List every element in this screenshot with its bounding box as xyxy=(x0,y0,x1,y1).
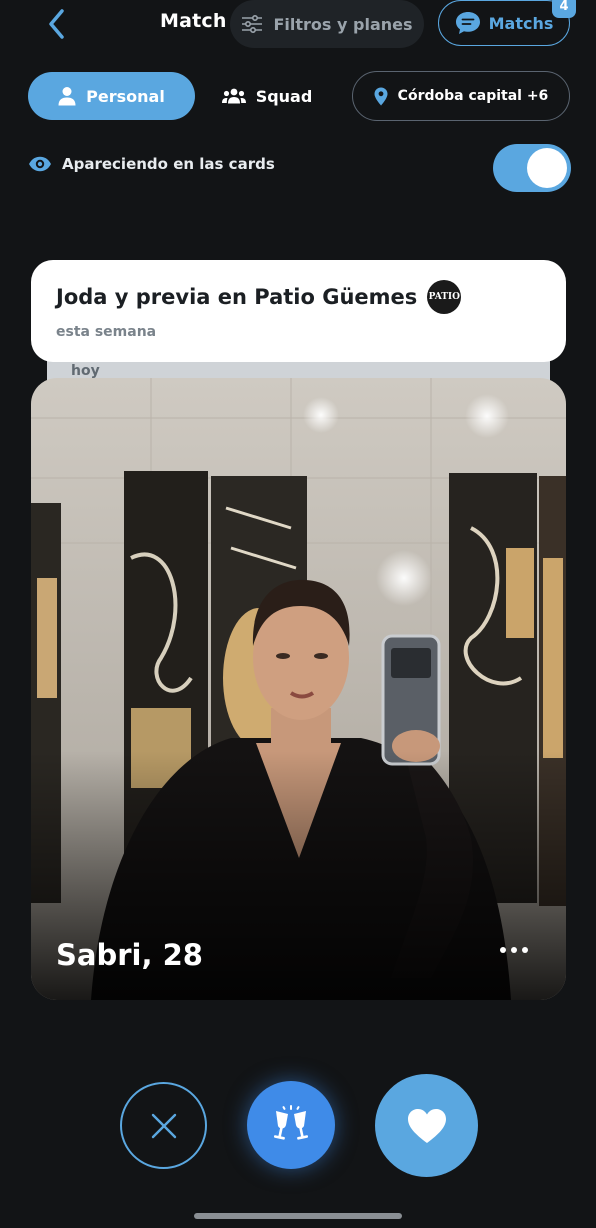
tab-squad[interactable]: Squad xyxy=(212,72,322,120)
sliders-icon xyxy=(242,15,263,33)
group-icon xyxy=(221,88,246,104)
tab-personal[interactable]: Personal xyxy=(28,72,195,120)
event-title: Joda y previa en Patio Güemes xyxy=(56,285,418,309)
location-selector[interactable]: Córdoba capital +6 xyxy=(352,71,570,121)
matchs-button[interactable]: Matchs xyxy=(438,0,570,46)
filters-label: Filtros y planes xyxy=(273,14,413,34)
heart-icon xyxy=(407,1108,446,1143)
back-button[interactable] xyxy=(40,6,72,42)
chat-bubble-icon xyxy=(455,12,480,34)
chevron-left-icon xyxy=(49,9,64,39)
cheers-button[interactable] xyxy=(247,1081,335,1169)
profile-photo-image xyxy=(31,378,566,1000)
profile-name: Sabri, 28 xyxy=(56,938,203,972)
visibility-row: Apareciendo en las cards xyxy=(28,155,275,173)
profile-photo[interactable] xyxy=(31,378,566,1000)
cheers-icon xyxy=(273,1105,309,1140)
matchs-label: Matchs xyxy=(488,13,554,33)
event-when: esta semana xyxy=(56,324,157,340)
filters-button[interactable]: Filtros y planes xyxy=(230,0,424,48)
pass-button[interactable] xyxy=(120,1082,207,1169)
event-card[interactable]: Joda y previa en Patio Güemes PATIO esta… xyxy=(31,260,566,362)
location-pin-icon xyxy=(374,87,388,105)
location-label: Córdoba capital +6 xyxy=(397,88,549,104)
tab-squad-label: Squad xyxy=(255,86,313,106)
venue-logo: PATIO xyxy=(427,280,462,314)
eye-icon xyxy=(29,156,51,172)
person-icon xyxy=(58,87,76,106)
visibility-label: Apareciendo en las cards xyxy=(62,155,275,173)
like-button[interactable] xyxy=(375,1074,478,1177)
home-indicator xyxy=(194,1213,402,1219)
matchs-count-badge: 4 xyxy=(552,0,576,18)
close-icon xyxy=(151,1113,176,1138)
more-dots-icon xyxy=(522,947,528,953)
toggle-knob xyxy=(527,148,567,188)
event-title-row: Joda y previa en Patio Güemes PATIO xyxy=(56,280,541,314)
more-options-button[interactable] xyxy=(500,940,536,960)
tab-personal-label: Personal xyxy=(86,86,165,106)
visibility-toggle[interactable] xyxy=(493,144,571,192)
more-dots-icon xyxy=(500,947,506,953)
page-title: Match xyxy=(160,10,227,32)
more-dots-icon xyxy=(511,947,517,953)
next-event-when: hoy xyxy=(71,363,100,379)
